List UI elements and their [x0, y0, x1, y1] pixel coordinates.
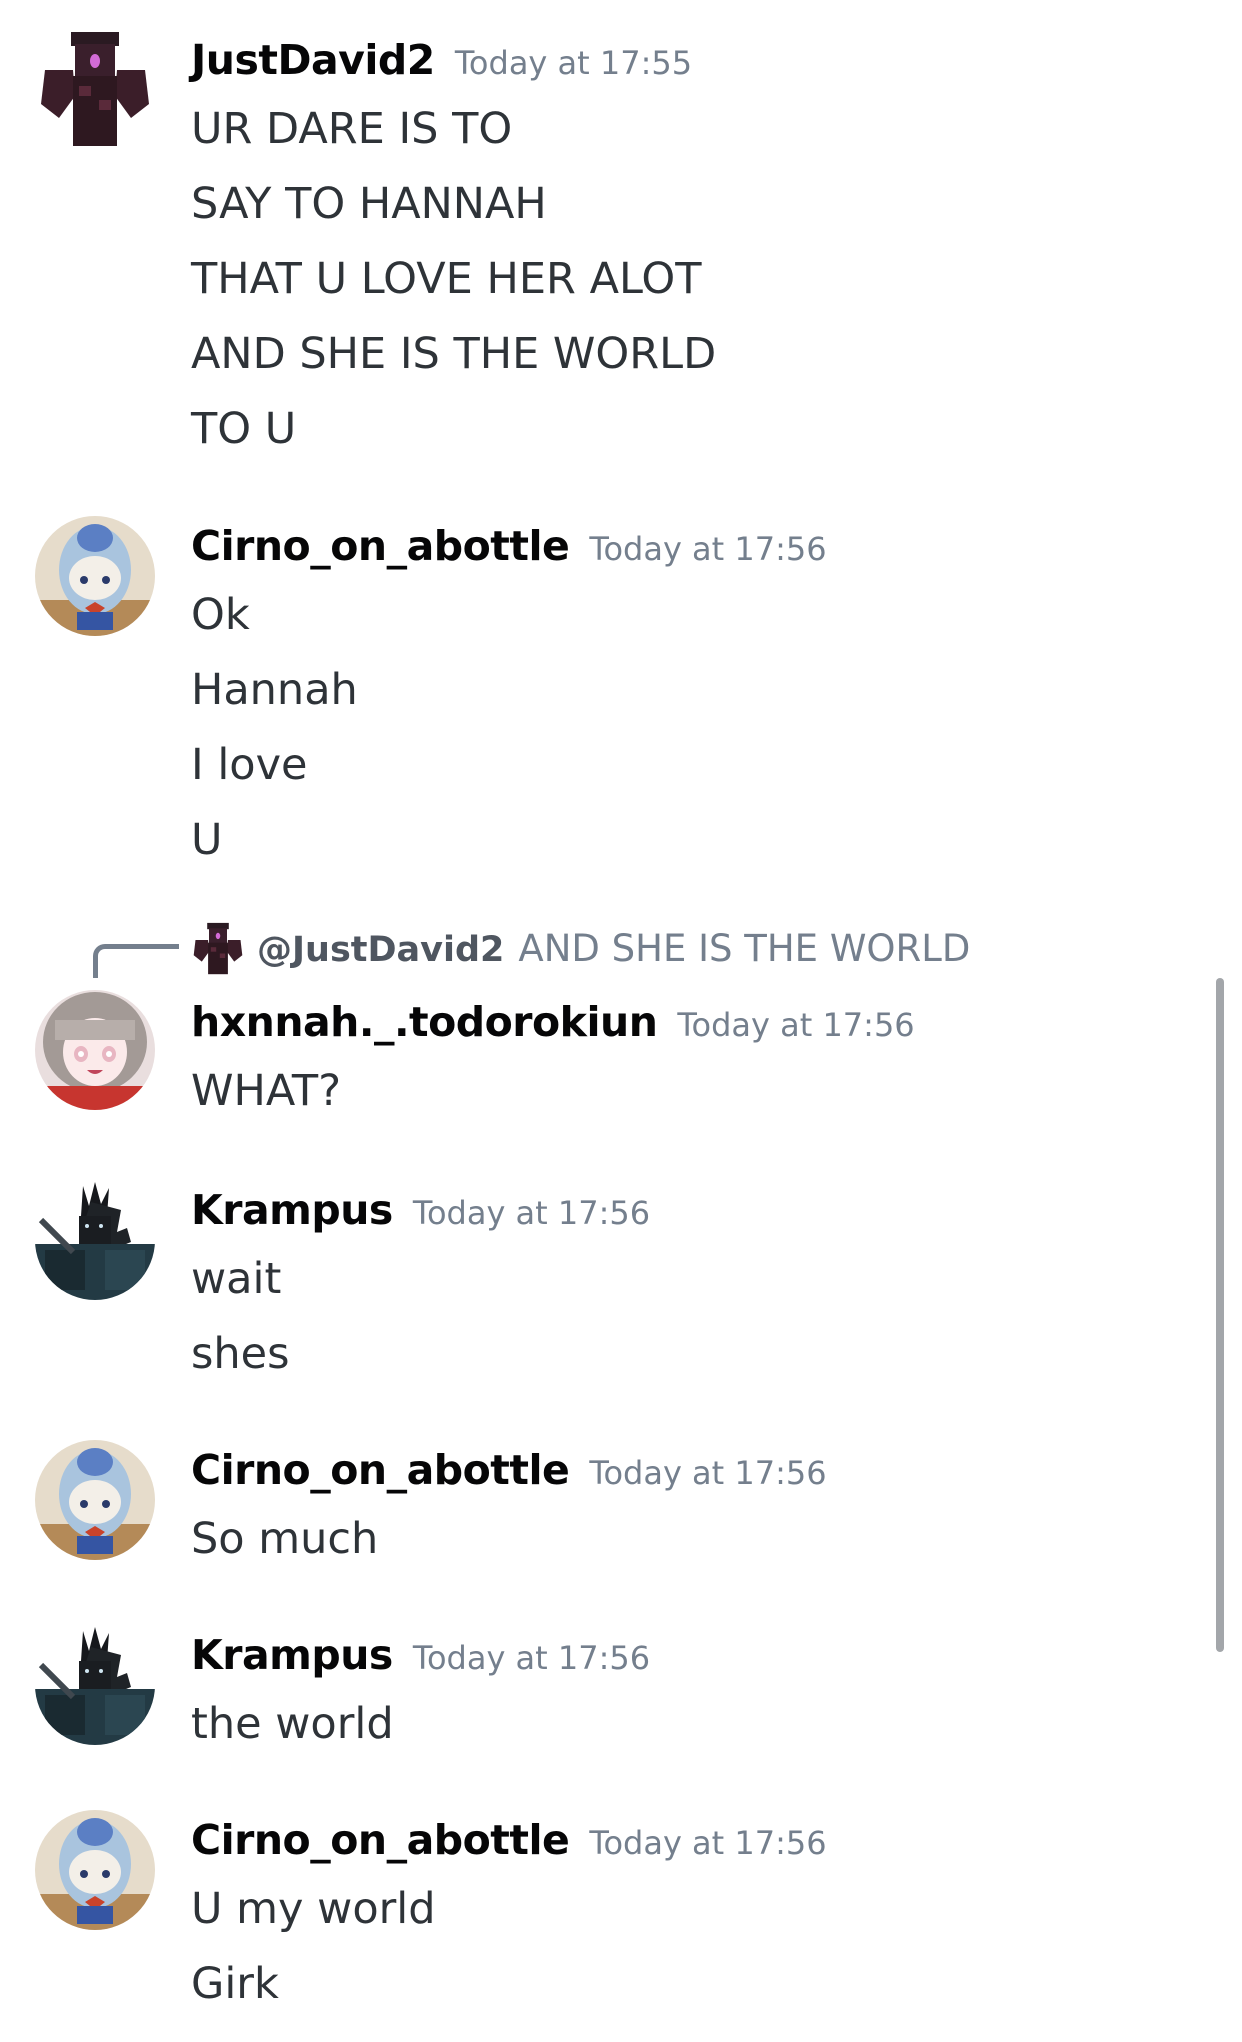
- message-line: U my world: [191, 1884, 436, 1934]
- message-content: U my world Girk: [191, 1872, 436, 2022]
- username[interactable]: Cirno_on_abottle: [191, 522, 570, 570]
- message-content: the world: [191, 1687, 394, 1762]
- timestamp: Today at 17:55: [454, 44, 693, 82]
- reply-spine: [93, 944, 179, 978]
- username[interactable]: Cirno_on_abottle: [191, 1446, 570, 1494]
- message-line: So much: [191, 1514, 379, 1564]
- reply-reference[interactable]: @JustDavid2 AND SHE IS THE WORLD: [0, 920, 1100, 980]
- message-header: JustDavid2 Today at 17:55: [191, 34, 692, 95]
- message-header: Cirno_on_abottle Today at 17:56: [191, 520, 827, 581]
- message-line: Ok: [191, 590, 250, 640]
- message-line: THAT U LOVE HER ALOT: [191, 254, 702, 304]
- message-line: UR DARE IS TO: [191, 104, 513, 154]
- dark-robot-avatar-icon: [191, 922, 245, 976]
- scrollbar[interactable]: [1216, 978, 1224, 1652]
- username[interactable]: Cirno_on_abottle: [191, 1816, 570, 1864]
- timestamp: Today at 17:56: [412, 1194, 651, 1232]
- timestamp: Today at 17:56: [589, 530, 827, 568]
- message-header: hxnnah._.todorokiun Today at 17:56: [191, 996, 915, 1057]
- message-line: Girk: [191, 1959, 279, 2009]
- message-line: I love: [191, 740, 308, 790]
- username[interactable]: Krampus: [191, 1186, 393, 1234]
- message-content: WHAT?: [191, 1054, 341, 1129]
- message-header: Cirno_on_abottle Today at 17:56: [191, 1444, 827, 1505]
- timestamp: Today at 17:56: [412, 1639, 651, 1677]
- message-header: Krampus Today at 17:56: [191, 1629, 650, 1690]
- timestamp: Today at 17:56: [677, 1006, 915, 1044]
- message-line: WHAT?: [191, 1066, 342, 1116]
- message-line: AND SHE IS THE WORLD: [191, 329, 717, 379]
- message-content: UR DARE IS TO SAY TO HANNAH THAT U LOVE …: [191, 92, 716, 467]
- username[interactable]: Krampus: [191, 1631, 393, 1679]
- message-content: Ok Hannah I love U: [191, 578, 358, 878]
- username[interactable]: JustDavid2: [191, 36, 435, 84]
- message-header: Krampus Today at 17:56: [191, 1184, 650, 1245]
- dark-robot-avatar-icon[interactable]: [35, 30, 155, 150]
- chat-messages: JustDavid2 Today at 17:55 UR DARE IS TO S…: [0, 0, 1242, 2042]
- reply-content: AND SHE IS THE WORLD: [518, 927, 971, 970]
- anime-girl-avatar-icon[interactable]: [35, 990, 155, 1110]
- message-line: wait: [191, 1254, 282, 1304]
- message-line: SAY TO HANNAH: [191, 179, 547, 229]
- message-content: So much: [191, 1502, 378, 1577]
- blue-plush-doll-avatar-icon[interactable]: [35, 1810, 155, 1930]
- blue-plush-doll-avatar-icon[interactable]: [35, 516, 155, 636]
- username[interactable]: hxnnah._.todorokiun: [191, 998, 658, 1046]
- message-line: shes: [191, 1329, 290, 1379]
- message-header: Cirno_on_abottle Today at 17:56: [191, 1814, 827, 1875]
- message-line: U: [191, 815, 223, 865]
- timestamp: Today at 17:56: [589, 1824, 827, 1862]
- dark-spiky-figure-avatar-icon[interactable]: [35, 1180, 155, 1300]
- message-content: wait shes: [191, 1242, 290, 1392]
- message-line: the world: [191, 1699, 394, 1749]
- message-line: TO U: [191, 404, 297, 454]
- timestamp: Today at 17:56: [589, 1454, 827, 1492]
- message-line: Hannah: [191, 665, 358, 715]
- reply-preview: @JustDavid2 AND SHE IS THE WORLD: [257, 924, 970, 981]
- reply-mention[interactable]: @JustDavid2: [257, 930, 504, 970]
- dark-spiky-figure-avatar-icon[interactable]: [35, 1625, 155, 1745]
- blue-plush-doll-avatar-icon[interactable]: [35, 1440, 155, 1560]
